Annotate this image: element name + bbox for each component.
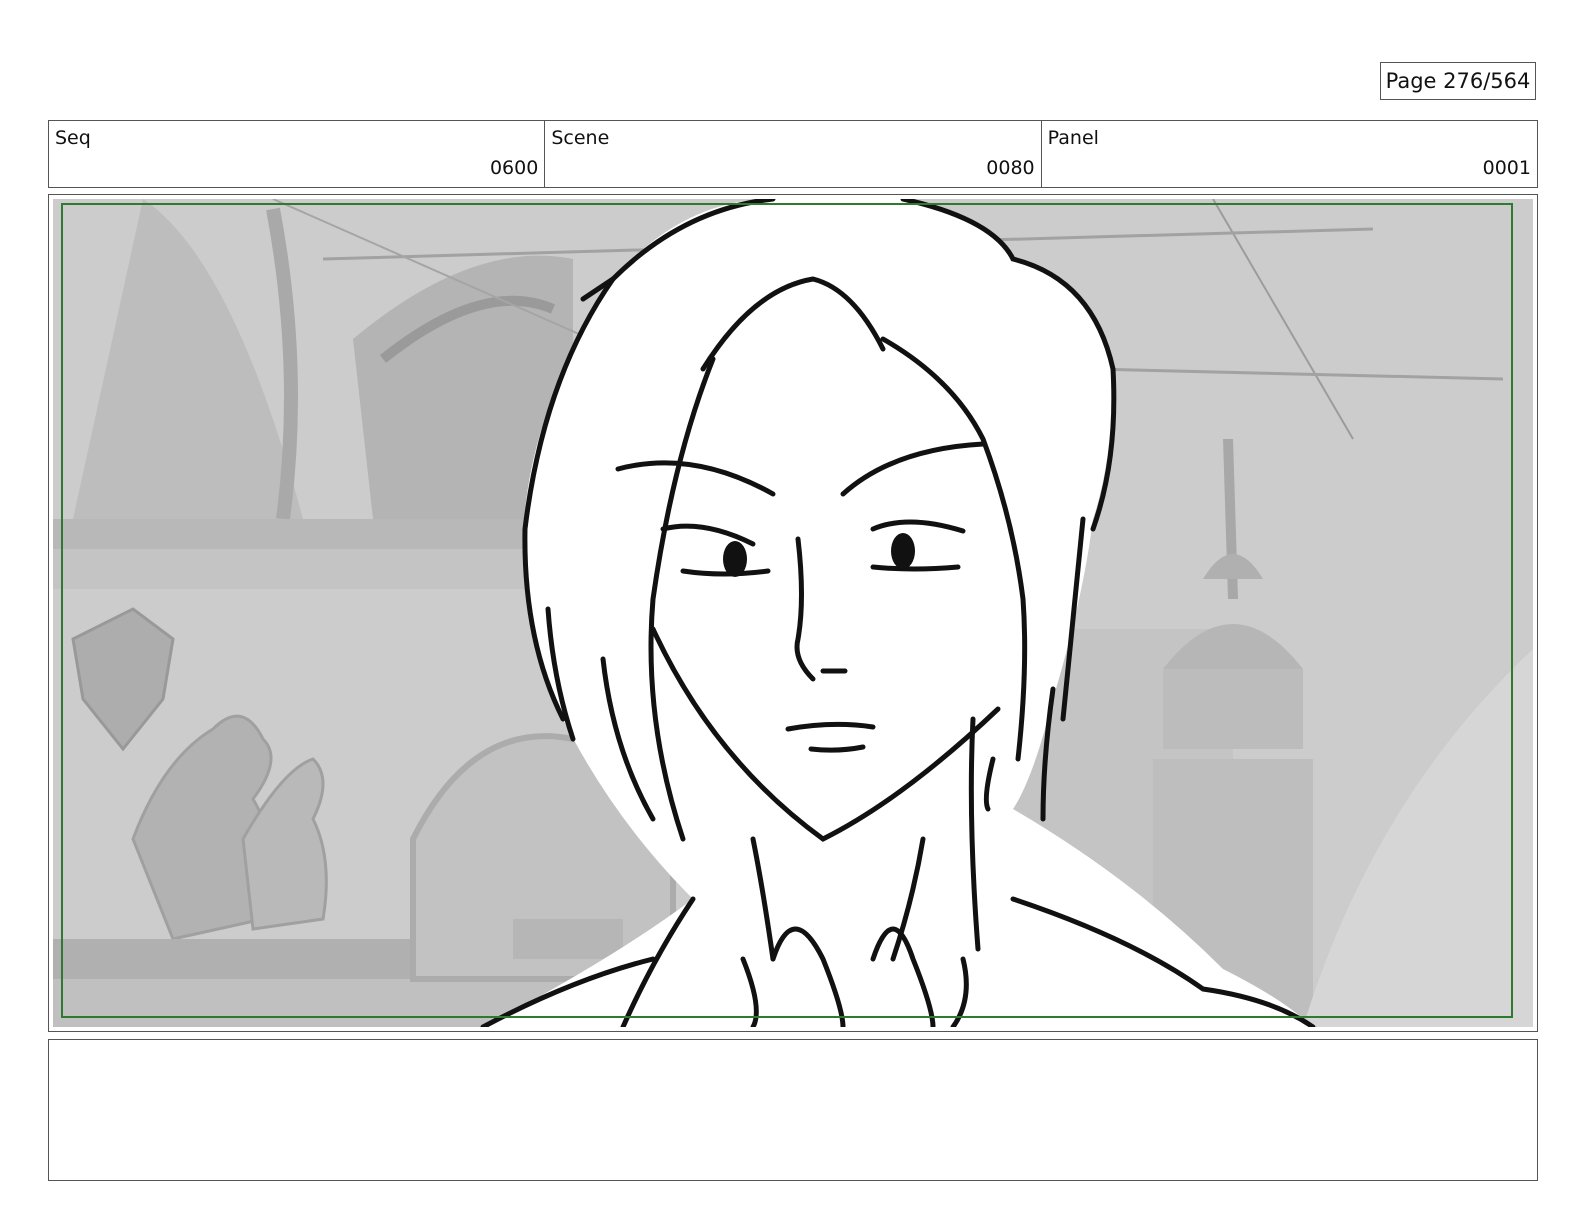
- scene-cell: Scene 0080: [545, 121, 1042, 187]
- eye-left: [723, 541, 747, 577]
- seq-label: Seq: [55, 127, 91, 149]
- storyboard-panel: [48, 194, 1538, 1032]
- seq-value: 0600: [489, 157, 539, 179]
- eye-right: [891, 533, 915, 569]
- storyboard-drawing: [53, 199, 1533, 1027]
- panel-info-header: Seq 0600 Scene 0080 Panel 0001: [48, 120, 1538, 188]
- notes-box: [48, 1039, 1538, 1181]
- panel-label: Panel: [1047, 127, 1099, 149]
- page-number: Page 276/564: [1380, 62, 1536, 100]
- scene-label: Scene: [551, 127, 610, 149]
- panel-value: 0001: [1482, 157, 1531, 179]
- scene-value: 0080: [986, 157, 1035, 179]
- seq-cell: Seq 0600: [49, 121, 546, 187]
- panel-cell: Panel 0001: [1042, 121, 1537, 187]
